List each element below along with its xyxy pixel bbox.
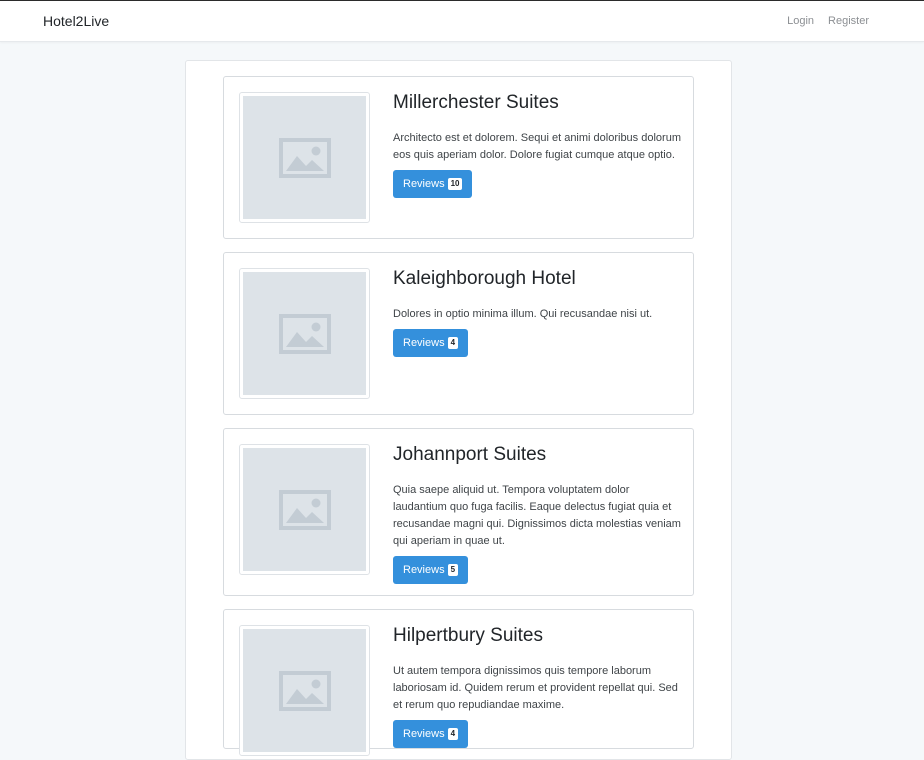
hotel-thumbnail bbox=[239, 92, 370, 223]
register-link[interactable]: Register bbox=[828, 15, 869, 27]
reviews-label: Reviews bbox=[403, 564, 445, 576]
hotel-description: Quia saepe aliquid ut. Tempora voluptate… bbox=[393, 484, 681, 547]
reviews-count-badge: 10 bbox=[447, 178, 463, 190]
hotel-name: Millerchester Suites bbox=[393, 92, 559, 113]
hotel-card: Kaleighborough Hotel Dolores in optio mi… bbox=[223, 252, 694, 415]
image-placeholder-icon bbox=[278, 489, 331, 530]
hotel-card: Johannport Suites Quia saepe aliquid ut.… bbox=[223, 428, 694, 596]
reviews-label: Reviews bbox=[403, 337, 445, 349]
hotel-name: Johannport Suites bbox=[393, 444, 547, 465]
reviews-count-badge: 4 bbox=[447, 337, 459, 349]
hotel-thumbnail bbox=[239, 625, 370, 756]
navbar: Hotel2Live Login Register bbox=[0, 0, 924, 42]
reviews-count-badge: 4 bbox=[447, 728, 459, 740]
hotel-description: Architecto est et dolorem. Sequi et anim… bbox=[393, 132, 681, 161]
reviews-button[interactable]: Reviews 4 bbox=[393, 329, 469, 357]
reviews-label: Reviews bbox=[403, 178, 445, 190]
hotel-card: Hilpertbury Suites Ut autem tempora dign… bbox=[223, 609, 694, 756]
hotel-name: Hilpertbury Suites bbox=[393, 625, 543, 646]
login-link[interactable]: Login bbox=[787, 15, 814, 27]
hotel-thumbnail bbox=[239, 268, 370, 399]
hotel-description: Dolores in optio minima illum. Qui recus… bbox=[393, 308, 653, 320]
reviews-button[interactable]: Reviews 5 bbox=[393, 556, 469, 584]
reviews-button[interactable]: Reviews 4 bbox=[393, 720, 469, 748]
image-placeholder-icon bbox=[278, 137, 331, 178]
brand-link[interactable]: Hotel2Live bbox=[43, 13, 109, 29]
hotel-name: Kaleighborough Hotel bbox=[393, 268, 576, 289]
image-placeholder-icon bbox=[278, 313, 331, 354]
image-placeholder-icon bbox=[278, 670, 331, 711]
hotel-card: Millerchester Suites Architecto est et d… bbox=[223, 76, 694, 239]
reviews-label: Reviews bbox=[403, 728, 445, 740]
reviews-button[interactable]: Reviews 10 bbox=[393, 170, 473, 198]
hotel-description: Ut autem tempora dignissimos quis tempor… bbox=[393, 665, 678, 711]
nav-links: Login Register bbox=[787, 15, 869, 27]
reviews-count-badge: 5 bbox=[447, 564, 459, 576]
hotel-thumbnail bbox=[239, 444, 370, 575]
